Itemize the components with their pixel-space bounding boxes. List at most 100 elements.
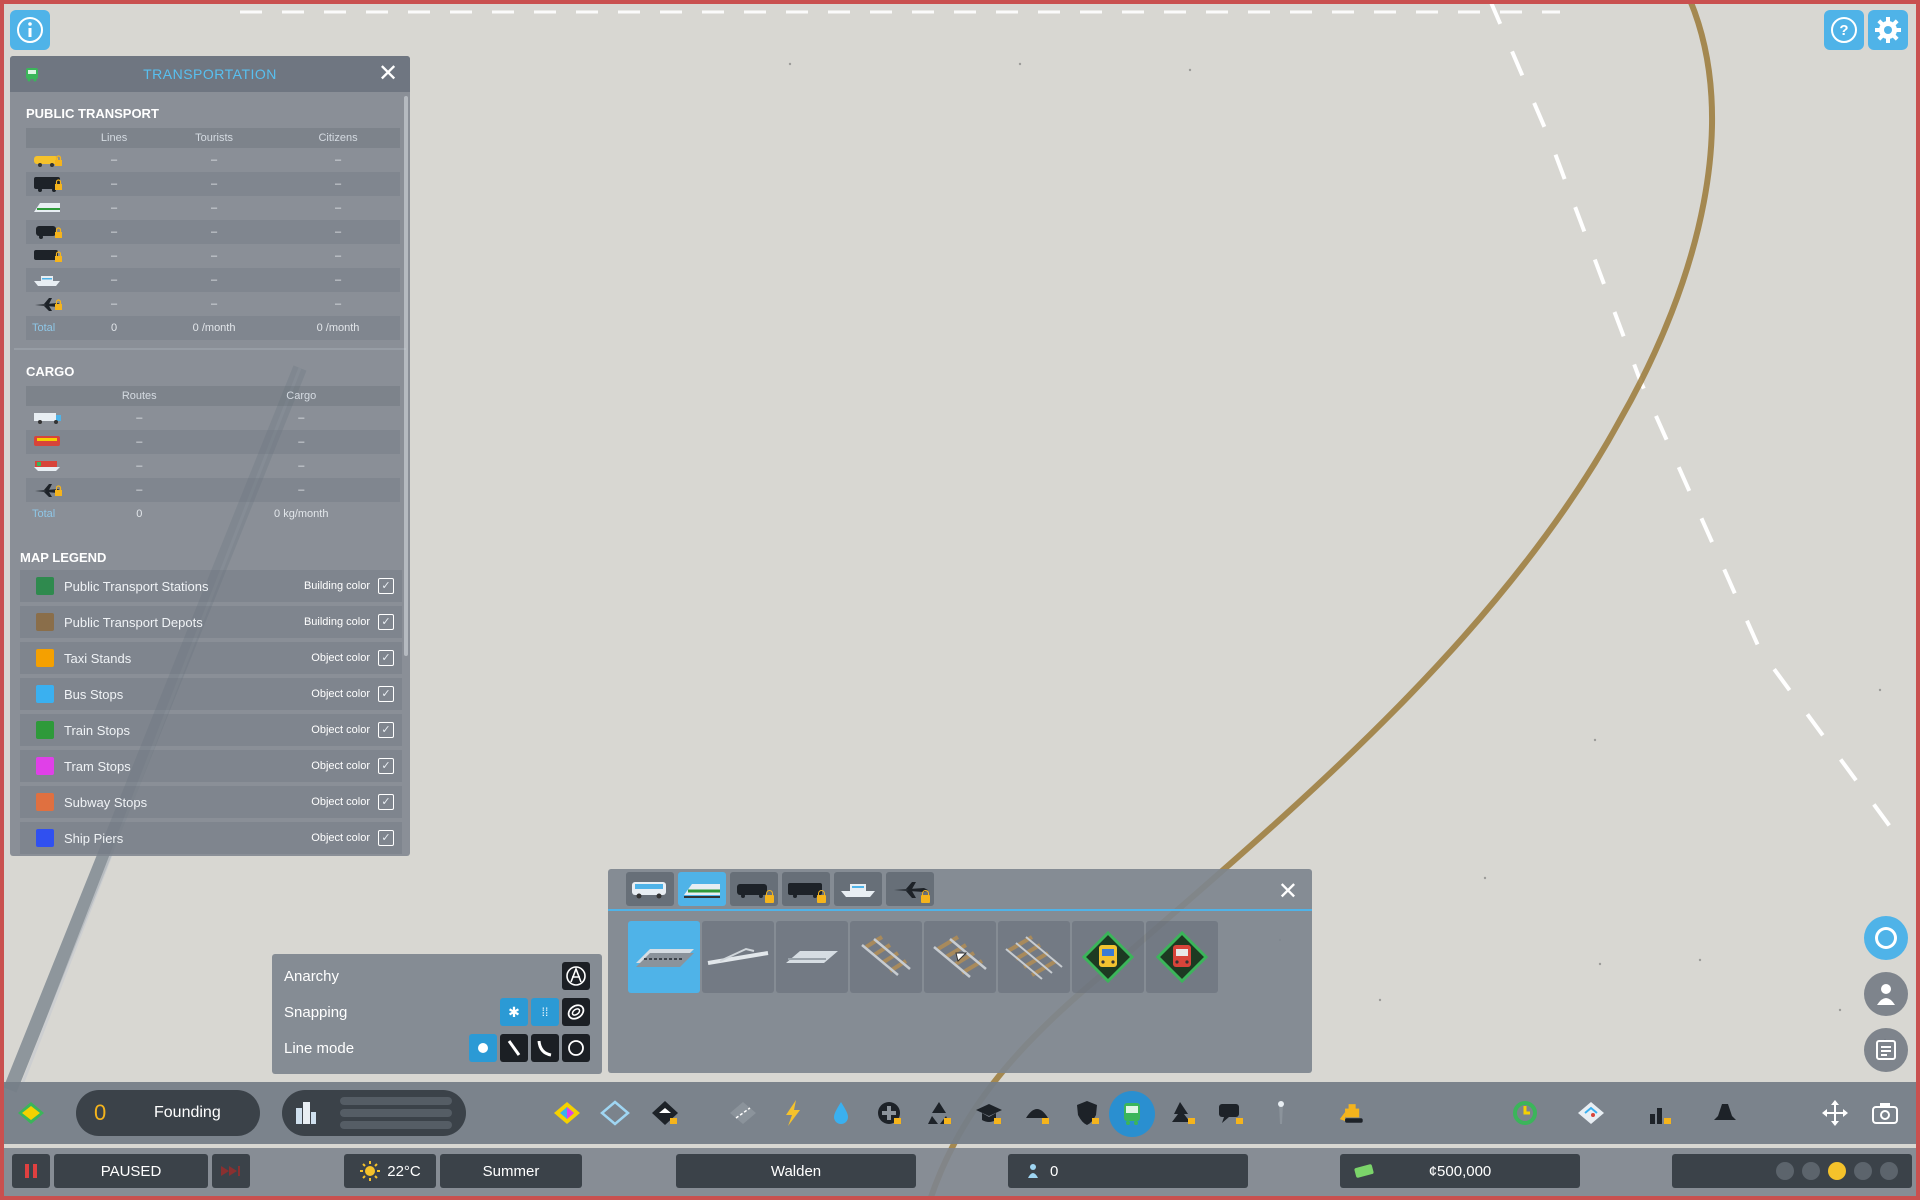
info-icon bbox=[17, 17, 43, 43]
progression-button[interactable] bbox=[1510, 1098, 1540, 1128]
table-row[interactable]: – – bbox=[26, 478, 400, 502]
bulldozer-button[interactable] bbox=[1338, 1098, 1368, 1128]
info-button[interactable] bbox=[10, 10, 50, 50]
money-display[interactable]: ¢500,000 bbox=[1340, 1154, 1580, 1188]
asset-passenger-train-depot[interactable] bbox=[1072, 921, 1144, 993]
color-swatch[interactable] bbox=[36, 649, 54, 667]
map-tiles-button[interactable] bbox=[16, 1098, 46, 1128]
color-swatch[interactable] bbox=[36, 577, 54, 595]
water-button[interactable] bbox=[826, 1098, 856, 1128]
asset-train-station[interactable] bbox=[628, 921, 700, 993]
table-row[interactable]: – – – bbox=[26, 268, 400, 292]
citizens-button[interactable] bbox=[1864, 972, 1908, 1016]
table-row[interactable]: – – bbox=[26, 406, 400, 430]
table-cell: – bbox=[202, 478, 400, 502]
panel-scrollbar[interactable] bbox=[404, 96, 408, 656]
education-button[interactable] bbox=[974, 1098, 1004, 1128]
table-row[interactable]: – – – bbox=[26, 196, 400, 220]
economy-button[interactable] bbox=[1644, 1098, 1674, 1128]
photo-mode-button[interactable] bbox=[1870, 1098, 1900, 1128]
healthcare-button[interactable] bbox=[874, 1098, 904, 1128]
roads-button[interactable] bbox=[728, 1098, 758, 1128]
color-swatch[interactable] bbox=[36, 721, 54, 739]
parks-button[interactable] bbox=[1168, 1098, 1198, 1128]
info-views-button[interactable] bbox=[1576, 1098, 1606, 1128]
garbage-button[interactable] bbox=[924, 1098, 954, 1128]
asset-quad-track[interactable] bbox=[998, 921, 1070, 993]
camera-move-button[interactable] bbox=[1820, 1098, 1850, 1128]
color-swatch[interactable] bbox=[36, 685, 54, 703]
journal-icon bbox=[1876, 1040, 1896, 1060]
policies-button[interactable] bbox=[1710, 1098, 1740, 1128]
legend-checkbox[interactable]: ✓ bbox=[378, 578, 394, 594]
color-swatch[interactable] bbox=[36, 757, 54, 775]
pause-button[interactable] bbox=[12, 1154, 50, 1188]
asset-cargo-train-depot[interactable] bbox=[1146, 921, 1218, 993]
help-icon: ? bbox=[1831, 17, 1857, 43]
tab-bus[interactable] bbox=[626, 872, 674, 906]
panel-close-button[interactable]: ✕ bbox=[376, 62, 400, 86]
communications-button[interactable] bbox=[1216, 1098, 1246, 1128]
speed-button[interactable] bbox=[212, 1154, 250, 1188]
color-swatch[interactable] bbox=[36, 793, 54, 811]
asset-railway-bridge[interactable] bbox=[702, 921, 774, 993]
electricity-button[interactable] bbox=[778, 1098, 808, 1128]
table-cell: – bbox=[276, 268, 400, 292]
tab-ship[interactable] bbox=[834, 872, 882, 906]
table-row[interactable]: – – – bbox=[26, 172, 400, 196]
city-name-field[interactable]: Walden bbox=[676, 1154, 916, 1188]
table-row[interactable]: – – bbox=[26, 454, 400, 478]
population-display[interactable]: 0 bbox=[1008, 1154, 1248, 1188]
legend-checkbox[interactable]: ✓ bbox=[378, 686, 394, 702]
asset-single-track[interactable] bbox=[850, 921, 922, 993]
transportation-button[interactable] bbox=[1117, 1098, 1147, 1128]
legend-checkbox[interactable]: ✓ bbox=[378, 758, 394, 774]
legend-checkbox[interactable]: ✓ bbox=[378, 830, 394, 846]
chirper-button[interactable] bbox=[1864, 916, 1908, 960]
curve-snap-icon bbox=[567, 1004, 585, 1020]
line-mode-curve-button[interactable] bbox=[531, 1034, 559, 1062]
asset-double-track[interactable] bbox=[924, 921, 996, 993]
tab-airplane[interactable] bbox=[886, 872, 934, 906]
color-swatch[interactable] bbox=[36, 829, 54, 847]
asset-train-terminal[interactable] bbox=[776, 921, 848, 993]
snap-curve-button[interactable] bbox=[562, 998, 590, 1026]
table-row[interactable]: – – bbox=[26, 430, 400, 454]
zoning-button[interactable] bbox=[552, 1098, 582, 1128]
asset-menu-close-button[interactable]: ✕ bbox=[1278, 877, 1298, 906]
table-row[interactable]: – – – bbox=[26, 244, 400, 268]
help-button[interactable]: ? bbox=[1824, 10, 1864, 50]
landscaping-button[interactable] bbox=[650, 1098, 680, 1128]
row-icon bbox=[26, 220, 76, 244]
line-mode-circle-button[interactable] bbox=[562, 1034, 590, 1062]
legend-checkbox[interactable]: ✓ bbox=[378, 614, 394, 630]
color-swatch[interactable] bbox=[36, 613, 54, 631]
fire-button[interactable] bbox=[1072, 1098, 1102, 1128]
journal-button[interactable] bbox=[1864, 1028, 1908, 1072]
police-button[interactable] bbox=[1022, 1098, 1052, 1128]
legend-checkbox[interactable]: ✓ bbox=[378, 650, 394, 666]
legend-checkbox[interactable]: ✓ bbox=[378, 794, 394, 810]
line-mode-straight-button[interactable] bbox=[500, 1034, 528, 1062]
legend-checkbox[interactable]: ✓ bbox=[378, 722, 394, 738]
areas-button[interactable] bbox=[600, 1098, 630, 1128]
happiness-display[interactable] bbox=[1672, 1154, 1912, 1188]
table-row[interactable]: – – – bbox=[26, 148, 400, 172]
milestone-widget[interactable]: 0 Founding bbox=[76, 1090, 260, 1136]
landmarks-button[interactable] bbox=[1266, 1098, 1296, 1128]
panel-header[interactable]: TRANSPORTATION ✕ bbox=[10, 56, 410, 92]
progression-widget[interactable] bbox=[282, 1090, 466, 1136]
legend-label: Taxi Stands bbox=[64, 650, 132, 666]
tab-train[interactable] bbox=[678, 872, 726, 906]
total-cell: 0 bbox=[76, 316, 153, 340]
table-row[interactable]: – – – bbox=[26, 220, 400, 244]
anarchy-toggle[interactable] bbox=[562, 962, 590, 990]
settings-button[interactable] bbox=[1868, 10, 1908, 50]
weather-display[interactable]: 22°C bbox=[344, 1154, 436, 1188]
tab-tram[interactable] bbox=[730, 872, 778, 906]
snap-grid-button[interactable]: ⁞⁞ bbox=[531, 998, 559, 1026]
tab-subway[interactable] bbox=[782, 872, 830, 906]
table-row[interactable]: – – – bbox=[26, 292, 400, 316]
snap-all-button[interactable]: ✱ bbox=[500, 998, 528, 1026]
line-mode-point-button[interactable] bbox=[469, 1034, 497, 1062]
